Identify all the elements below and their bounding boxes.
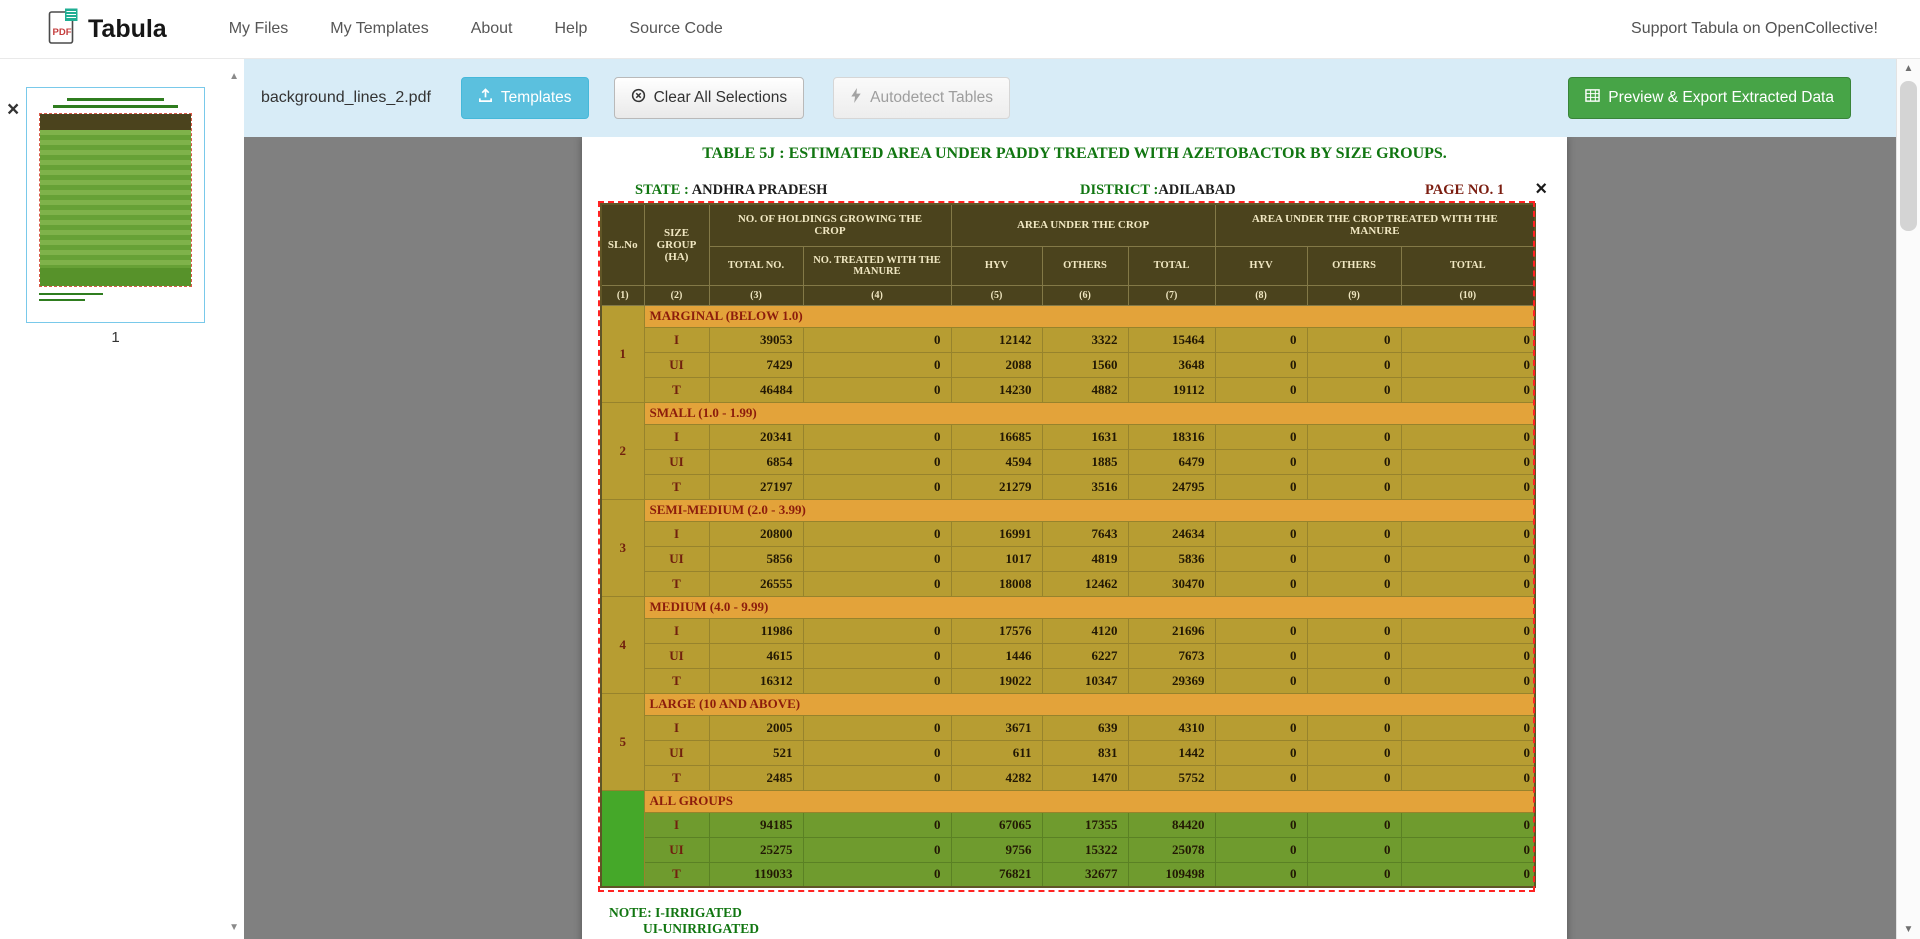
svg-text:PDF: PDF	[53, 27, 72, 38]
thumbnail-note-lines	[39, 293, 192, 301]
nav-my-templates[interactable]: My Templates	[330, 20, 428, 38]
main-column: background_lines_2.pdf Templates	[244, 59, 1896, 939]
district-value: ADILABAD	[1158, 182, 1235, 198]
page-thumbnail[interactable]	[26, 87, 205, 323]
pdf-meta-line: STATE : ANDHRA PRADESH DISTRICT :ADILABA…	[582, 182, 1567, 202]
thumbnail-subtitle-line	[53, 105, 178, 108]
tabula-app: PDF Tabula My Files My Templates About H…	[0, 0, 1920, 939]
sidebar-scroll-up-icon[interactable]: ▲	[229, 71, 239, 82]
note-unirrigated: UI-UNIRRIGATED	[643, 921, 759, 937]
thumbnail-sidebar: × ▲ 1 ▼	[0, 59, 244, 939]
brand-name: Tabula	[88, 15, 167, 44]
pdf-table-title: TABLE 5J : ESTIMATED AREA UNDER PADDY TR…	[582, 145, 1567, 163]
selection-rectangle[interactable]: ×	[598, 201, 1535, 892]
nav-links: My Files My Templates About Help Source …	[229, 20, 723, 38]
clear-selections-label: Clear All Selections	[654, 89, 788, 107]
nav-source-code[interactable]: Source Code	[629, 20, 722, 38]
table-grid-icon	[1585, 88, 1600, 108]
autodetect-tables-label: Autodetect Tables	[870, 89, 993, 107]
state-value: ANDHRA PRADESH	[692, 182, 828, 198]
thumbnail-title-line	[67, 98, 165, 101]
lightning-icon	[850, 88, 862, 108]
scrollbar-down-icon[interactable]: ▼	[1897, 924, 1920, 935]
sidebar-scroll-down-icon[interactable]: ▼	[229, 922, 239, 933]
thumbnail-table-footer	[40, 268, 191, 286]
content-area: × ▲ 1 ▼ background_l	[0, 59, 1920, 939]
brand[interactable]: PDF Tabula	[48, 8, 167, 50]
district-field: DISTRICT :ADILABAD	[1080, 182, 1236, 199]
remove-page-icon[interactable]: ×	[7, 99, 19, 120]
navbar: PDF Tabula My Files My Templates About H…	[0, 0, 1920, 59]
filename: background_lines_2.pdf	[261, 89, 431, 107]
thumbnail-table-body	[40, 130, 191, 268]
pdf-page[interactable]: TABLE 5J : ESTIMATED AREA UNDER PADDY TR…	[582, 137, 1567, 939]
pdf-footnote: NOTE: I-IRRIGATED UI-UNIRRIGATED	[609, 905, 759, 937]
nav-my-files[interactable]: My Files	[229, 20, 289, 38]
state-label: STATE :	[635, 182, 689, 198]
templates-label: Templates	[501, 89, 572, 107]
thumbnail-page-number: 1	[26, 329, 205, 346]
selection-close-icon[interactable]: ×	[1535, 179, 1547, 199]
vertical-scrollbar[interactable]: ▲ ▼	[1896, 59, 1920, 939]
note-irrigated: NOTE: I-IRRIGATED	[609, 905, 759, 921]
export-label: Preview & Export Extracted Data	[1608, 89, 1834, 107]
district-label: DISTRICT :	[1080, 182, 1158, 198]
scrollbar-thumb[interactable]	[1900, 81, 1917, 231]
nav-about[interactable]: About	[471, 20, 513, 38]
templates-icon	[478, 88, 493, 108]
autodetect-tables-button[interactable]: Autodetect Tables	[833, 77, 1010, 119]
export-button[interactable]: Preview & Export Extracted Data	[1568, 77, 1851, 119]
pdf-viewer: TABLE 5J : ESTIMATED AREA UNDER PADDY TR…	[244, 137, 1896, 939]
nav-help[interactable]: Help	[555, 20, 588, 38]
clear-selections-button[interactable]: Clear All Selections	[614, 77, 805, 119]
templates-button[interactable]: Templates	[461, 77, 589, 119]
toolbar: background_lines_2.pdf Templates	[244, 59, 1896, 137]
tabula-logo-icon: PDF	[48, 8, 78, 50]
page-no-field: PAGE NO. 1	[1425, 182, 1504, 199]
thumbnail-table-header	[40, 114, 191, 130]
support-link[interactable]: Support Tabula on OpenCollective!	[1631, 20, 1878, 38]
state-field: STATE : ANDHRA PRADESH	[635, 182, 827, 199]
thumbnail-table	[39, 113, 192, 287]
clear-selections-icon	[631, 88, 646, 108]
scrollbar-up-icon[interactable]: ▲	[1897, 63, 1920, 74]
